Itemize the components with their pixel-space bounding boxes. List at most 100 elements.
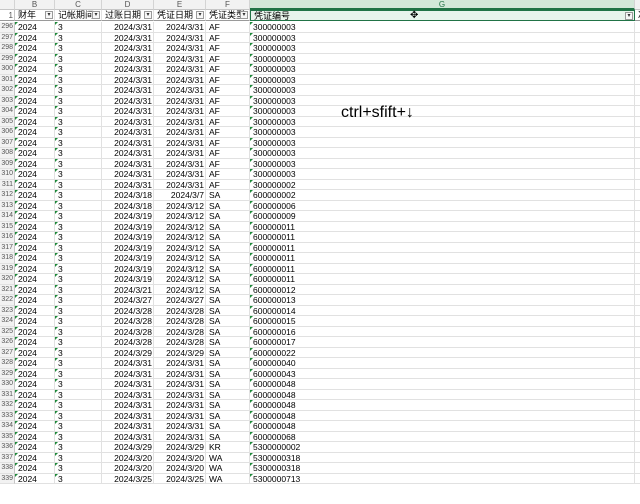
column-header-D[interactable]: D — [102, 0, 154, 10]
table-cell[interactable]: 3 — [55, 442, 102, 453]
table-cell[interactable] — [635, 295, 640, 306]
filter-dropdown-icon[interactable]: ▾ — [144, 11, 152, 19]
table-cell[interactable]: AF — [206, 22, 250, 33]
table-cell[interactable]: 3 — [55, 253, 102, 264]
table-cell[interactable]: 300000003 — [250, 22, 635, 33]
table-cell[interactable]: 600000011 — [250, 232, 635, 243]
table-cell[interactable]: 2024/3/29 — [154, 442, 206, 453]
table-cell[interactable]: 2024/3/20 — [154, 452, 206, 463]
table-cell[interactable]: 2024/3/31 — [154, 85, 206, 96]
table-cell[interactable]: 3 — [55, 53, 102, 64]
table-cell[interactable] — [635, 421, 640, 432]
table-cell[interactable]: 3 — [55, 473, 102, 484]
table-cell[interactable]: 2024/3/28 — [102, 337, 154, 348]
table-cell[interactable] — [635, 148, 640, 159]
table-cell[interactable]: 2024/3/31 — [102, 158, 154, 169]
table-cell[interactable]: 300000003 — [250, 106, 635, 117]
table-cell[interactable]: KR — [206, 442, 250, 453]
table-cell[interactable]: 2024/3/31 — [154, 137, 206, 148]
table-cell[interactable]: 2024 — [15, 137, 55, 148]
header-cell[interactable]: 记帐期间 ▾ — [55, 10, 102, 21]
table-cell[interactable]: 3 — [55, 64, 102, 75]
table-cell[interactable]: 300000003 — [250, 95, 635, 106]
table-cell[interactable] — [635, 337, 640, 348]
table-cell[interactable]: 2024 — [15, 85, 55, 96]
header-cell[interactable]: 财年 ▾ — [15, 10, 55, 21]
header-cell[interactable]: 凭证日期 ▾ — [154, 10, 206, 21]
table-cell[interactable]: 2024/3/31 — [154, 179, 206, 190]
table-cell[interactable]: 600000016 — [250, 326, 635, 337]
table-cell[interactable]: 600000011 — [250, 263, 635, 274]
table-cell[interactable]: 2024 — [15, 326, 55, 337]
table-cell[interactable]: 2024/3/20 — [102, 452, 154, 463]
table-cell[interactable]: 3 — [55, 463, 102, 474]
table-cell[interactable] — [635, 169, 640, 180]
table-cell[interactable]: 2024 — [15, 421, 55, 432]
table-cell[interactable]: 2024 — [15, 410, 55, 421]
table-cell[interactable]: 2024/3/31 — [102, 410, 154, 421]
table-cell[interactable]: 300000003 — [250, 127, 635, 138]
table-cell[interactable]: 2024/3/18 — [102, 200, 154, 211]
table-cell[interactable]: 600000002 — [250, 190, 635, 201]
table-cell[interactable]: 300000003 — [250, 85, 635, 96]
table-cell[interactable]: 3 — [55, 284, 102, 295]
table-cell[interactable]: 5300000318 — [250, 463, 635, 474]
table-cell[interactable]: 300000003 — [250, 43, 635, 54]
table-cell[interactable]: AF — [206, 137, 250, 148]
table-cell[interactable]: 2024 — [15, 200, 55, 211]
table-cell[interactable]: 600000011 — [250, 221, 635, 232]
table-cell[interactable]: 2024/3/28 — [102, 305, 154, 316]
filter-dropdown-icon[interactable]: ▾ — [45, 11, 53, 19]
table-cell[interactable] — [635, 411, 640, 421]
table-cell[interactable] — [635, 190, 640, 201]
table-cell[interactable]: 2024/3/31 — [154, 431, 206, 442]
table-cell[interactable]: 2024 — [15, 242, 55, 253]
table-cell[interactable]: 2024 — [15, 431, 55, 442]
table-cell[interactable] — [635, 232, 640, 243]
table-cell[interactable]: 2024/3/29 — [102, 442, 154, 453]
table-cell[interactable]: 2024/3/31 — [154, 116, 206, 127]
table-cell[interactable]: SA — [206, 274, 250, 285]
table-cell[interactable]: 2024/3/28 — [154, 337, 206, 348]
table-cell[interactable]: 2024 — [15, 253, 55, 264]
table-cell[interactable]: SA — [206, 421, 250, 432]
table-cell[interactable]: 3 — [55, 295, 102, 306]
table-cell[interactable]: 2024 — [15, 190, 55, 201]
table-cell[interactable]: 2024/3/12 — [154, 253, 206, 264]
table-cell[interactable]: 2024 — [15, 305, 55, 316]
table-cell[interactable]: 2024 — [15, 22, 55, 33]
table-cell[interactable] — [635, 138, 640, 148]
table-cell[interactable]: 600000009 — [250, 211, 635, 222]
table-cell[interactable]: 600000068 — [250, 431, 635, 442]
column-header-G[interactable]: G — [250, 0, 635, 10]
table-cell[interactable]: 2024/3/31 — [154, 53, 206, 64]
table-cell[interactable]: 3 — [55, 368, 102, 379]
table-cell[interactable]: 300000003 — [250, 74, 635, 85]
table-cell[interactable]: 2024/3/19 — [102, 263, 154, 274]
table-cell[interactable]: SA — [206, 389, 250, 400]
table-cell[interactable]: 2024 — [15, 43, 55, 54]
table-cell[interactable]: 2024/3/31 — [102, 116, 154, 127]
table-cell[interactable]: 2024/3/31 — [154, 32, 206, 43]
table-cell[interactable]: 2024/3/31 — [154, 400, 206, 411]
table-cell[interactable]: 2024/3/31 — [154, 421, 206, 432]
table-cell[interactable]: 300000002 — [250, 179, 635, 190]
table-cell[interactable]: AF — [206, 32, 250, 43]
table-cell[interactable]: SA — [206, 242, 250, 253]
table-cell[interactable] — [635, 348, 640, 358]
table-cell[interactable] — [635, 379, 640, 390]
header-cell[interactable]: 过账日期 ▾ — [102, 10, 154, 21]
table-cell[interactable]: 2024 — [15, 116, 55, 127]
table-cell[interactable]: 2024/3/18 — [102, 190, 154, 201]
header-cell[interactable]: 凭证类型 ▾ — [206, 10, 250, 21]
table-cell[interactable]: 2024/3/19 — [102, 232, 154, 243]
table-cell[interactable]: 2024/3/31 — [102, 400, 154, 411]
table-cell[interactable]: 2024 — [15, 284, 55, 295]
table-cell[interactable]: 2024 — [15, 169, 55, 180]
table-cell[interactable]: 2024/3/31 — [102, 137, 154, 148]
table-cell[interactable] — [635, 463, 640, 474]
table-cell[interactable]: 2024/3/31 — [102, 64, 154, 75]
table-cell[interactable]: 2024 — [15, 232, 55, 243]
table-cell[interactable]: 600000006 — [250, 200, 635, 211]
table-cell[interactable]: 2024 — [15, 158, 55, 169]
